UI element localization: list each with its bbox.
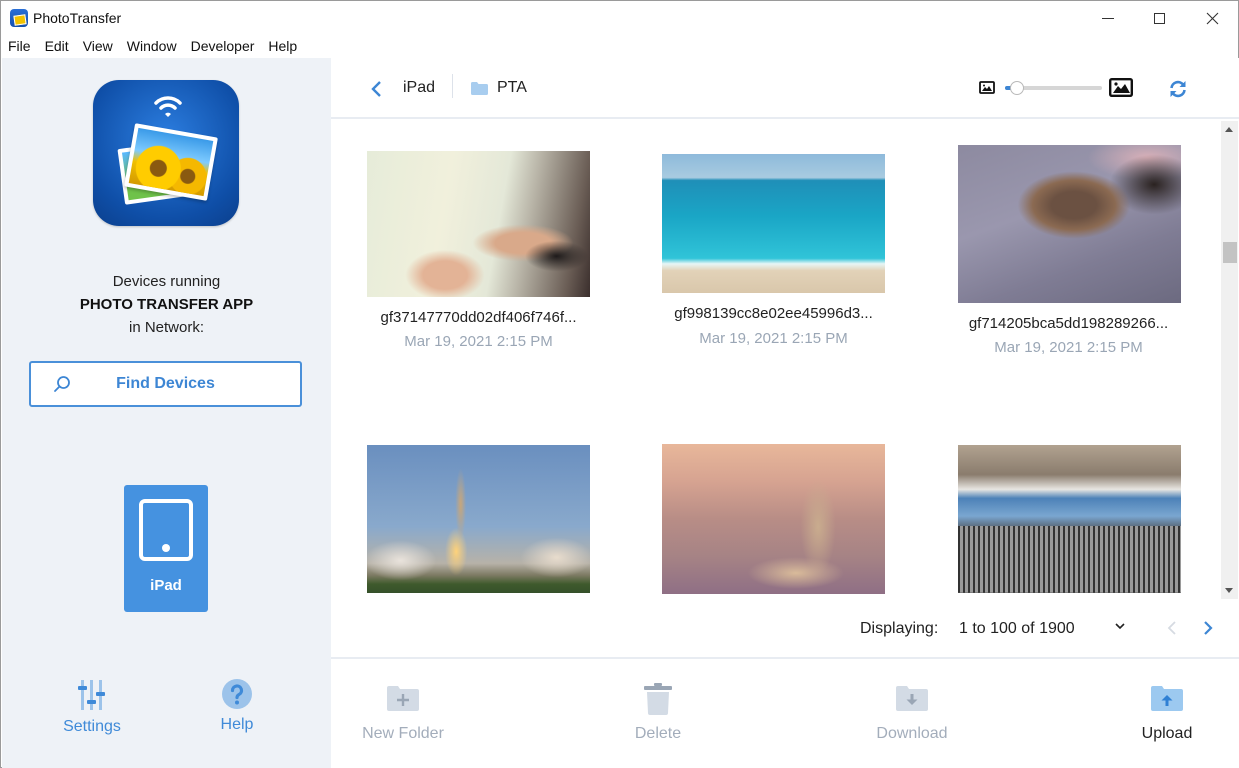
app-icon (10, 9, 28, 27)
delete-button[interactable]: Delete (588, 659, 728, 759)
action-bar: New Folder Delete Download Upload (331, 657, 1239, 768)
menu-window[interactable]: Window (127, 35, 177, 57)
large-thumbnail-icon[interactable] (1109, 78, 1133, 97)
wifi-icon (154, 96, 182, 117)
trash-icon (644, 683, 672, 715)
vertical-scrollbar[interactable] (1221, 121, 1238, 599)
photo-item[interactable]: gf714205bca5dd198289266... Mar 19, 2021 … (921, 121, 1216, 361)
photo-thumbnail (662, 444, 885, 594)
next-page-icon[interactable] (1202, 619, 1214, 637)
menu-view[interactable]: View (83, 35, 113, 57)
app-window: PhotoTransfer File Edit View Window Deve… (0, 0, 1239, 768)
chevron-left-icon[interactable] (369, 78, 385, 100)
help-icon (222, 679, 252, 709)
displaying-label: Displaying: (860, 620, 939, 637)
minimize-button[interactable] (1085, 1, 1131, 35)
main-panel: iPad PTA gf37147770dd02df406f746f... Mar… (331, 58, 1239, 768)
download-button[interactable]: Download (842, 659, 982, 759)
menu-developer[interactable]: Developer (191, 35, 255, 57)
scroll-down-arrow[interactable] (1225, 588, 1233, 593)
settings-label: Settings (63, 718, 121, 735)
photo-item[interactable] (921, 441, 1216, 599)
small-thumbnail-icon[interactable] (979, 81, 995, 94)
devices-text-line2: PHOTO TRANSFER APP (79, 296, 254, 313)
help-label: Help (220, 716, 254, 733)
photo-date: Mar 19, 2021 2:15 PM (404, 333, 553, 350)
tablet-icon (139, 499, 193, 561)
upload-label: Upload (1141, 725, 1193, 742)
devices-text-line1: Devices running (112, 273, 221, 290)
new-folder-button[interactable]: New Folder (333, 659, 473, 759)
folder-download-icon (896, 686, 928, 711)
close-icon (1206, 12, 1218, 24)
title-bar: PhotoTransfer (1, 1, 1238, 35)
folder-plus-icon (387, 686, 419, 711)
download-label: Download (876, 725, 948, 742)
toolbar: iPad PTA (331, 58, 1239, 119)
devices-text-line3: in Network: (128, 319, 205, 336)
page-range-select[interactable]: 1 to 100 of 1900 (959, 620, 1075, 638)
upload-button[interactable]: Upload (1097, 659, 1237, 759)
scrollbar-thumb[interactable] (1223, 242, 1237, 263)
breadcrumb-ipad[interactable]: iPad (403, 79, 435, 97)
photo-item[interactable]: gf998139cc8e02ee45996d3... Mar 19, 2021 … (626, 121, 921, 361)
devices-description: Devices running PHOTO TRANSFER APP in Ne… (2, 270, 331, 339)
find-devices-button[interactable]: Find Devices (29, 361, 302, 407)
photo-date: Mar 19, 2021 2:15 PM (994, 339, 1143, 356)
search-icon (54, 376, 70, 392)
maximize-button[interactable] (1136, 1, 1182, 35)
slider-thumb[interactable] (1009, 81, 1024, 95)
photo-item[interactable] (331, 441, 626, 599)
device-label: iPad (150, 577, 182, 594)
photo-name: gf998139cc8e02ee45996d3... (674, 305, 873, 322)
prev-page-icon[interactable] (1166, 619, 1178, 637)
pagination: Displaying: 1 to 100 of 1900 (331, 599, 1239, 657)
new-folder-label: New Folder (362, 725, 444, 742)
menu-help[interactable]: Help (268, 35, 297, 57)
find-devices-label: Find Devices (116, 375, 215, 392)
photo-thumbnail (662, 154, 885, 293)
menu-edit[interactable]: Edit (45, 35, 69, 57)
chevron-down-icon[interactable] (1113, 619, 1127, 633)
maximize-icon (1153, 12, 1165, 24)
sliders-icon (78, 680, 105, 710)
thumbnail-size-slider[interactable] (1005, 81, 1102, 95)
photo-grid: gf37147770dd02df406f746f... Mar 19, 2021… (331, 121, 1221, 599)
menu-bar: File Edit View Window Developer Help (1, 35, 1238, 57)
photo-name: gf714205bca5dd198289266... (968, 315, 1169, 332)
photo-thumbnail (958, 445, 1181, 593)
refresh-icon[interactable] (1168, 79, 1188, 99)
menu-file[interactable]: File (8, 35, 31, 57)
device-tile-ipad[interactable]: iPad (124, 485, 208, 612)
photo-thumbnail (958, 145, 1181, 303)
breadcrumb-divider (452, 74, 453, 98)
help-button[interactable]: Help (202, 678, 272, 734)
photo-item[interactable]: gf37147770dd02df406f746f... Mar 19, 2021… (331, 121, 626, 361)
settings-button[interactable]: Settings (57, 678, 127, 736)
photo-date: Mar 19, 2021 2:15 PM (699, 330, 848, 347)
window-title: PhotoTransfer (33, 10, 122, 26)
minimize-icon (1102, 17, 1114, 19)
close-button[interactable] (1189, 1, 1235, 35)
folder-icon (471, 82, 488, 95)
photo-name: gf37147770dd02df406f746f... (380, 309, 577, 326)
folder-upload-icon (1151, 686, 1183, 711)
photo-item[interactable] (626, 441, 921, 599)
scroll-up-arrow[interactable] (1225, 127, 1233, 132)
photo-thumbnail (367, 445, 590, 593)
delete-label: Delete (634, 725, 682, 742)
app-logo (93, 80, 239, 226)
photo-thumbnail (367, 151, 590, 297)
breadcrumb-pta[interactable]: PTA (497, 79, 527, 97)
sidebar: Devices running PHOTO TRANSFER APP in Ne… (2, 58, 331, 768)
